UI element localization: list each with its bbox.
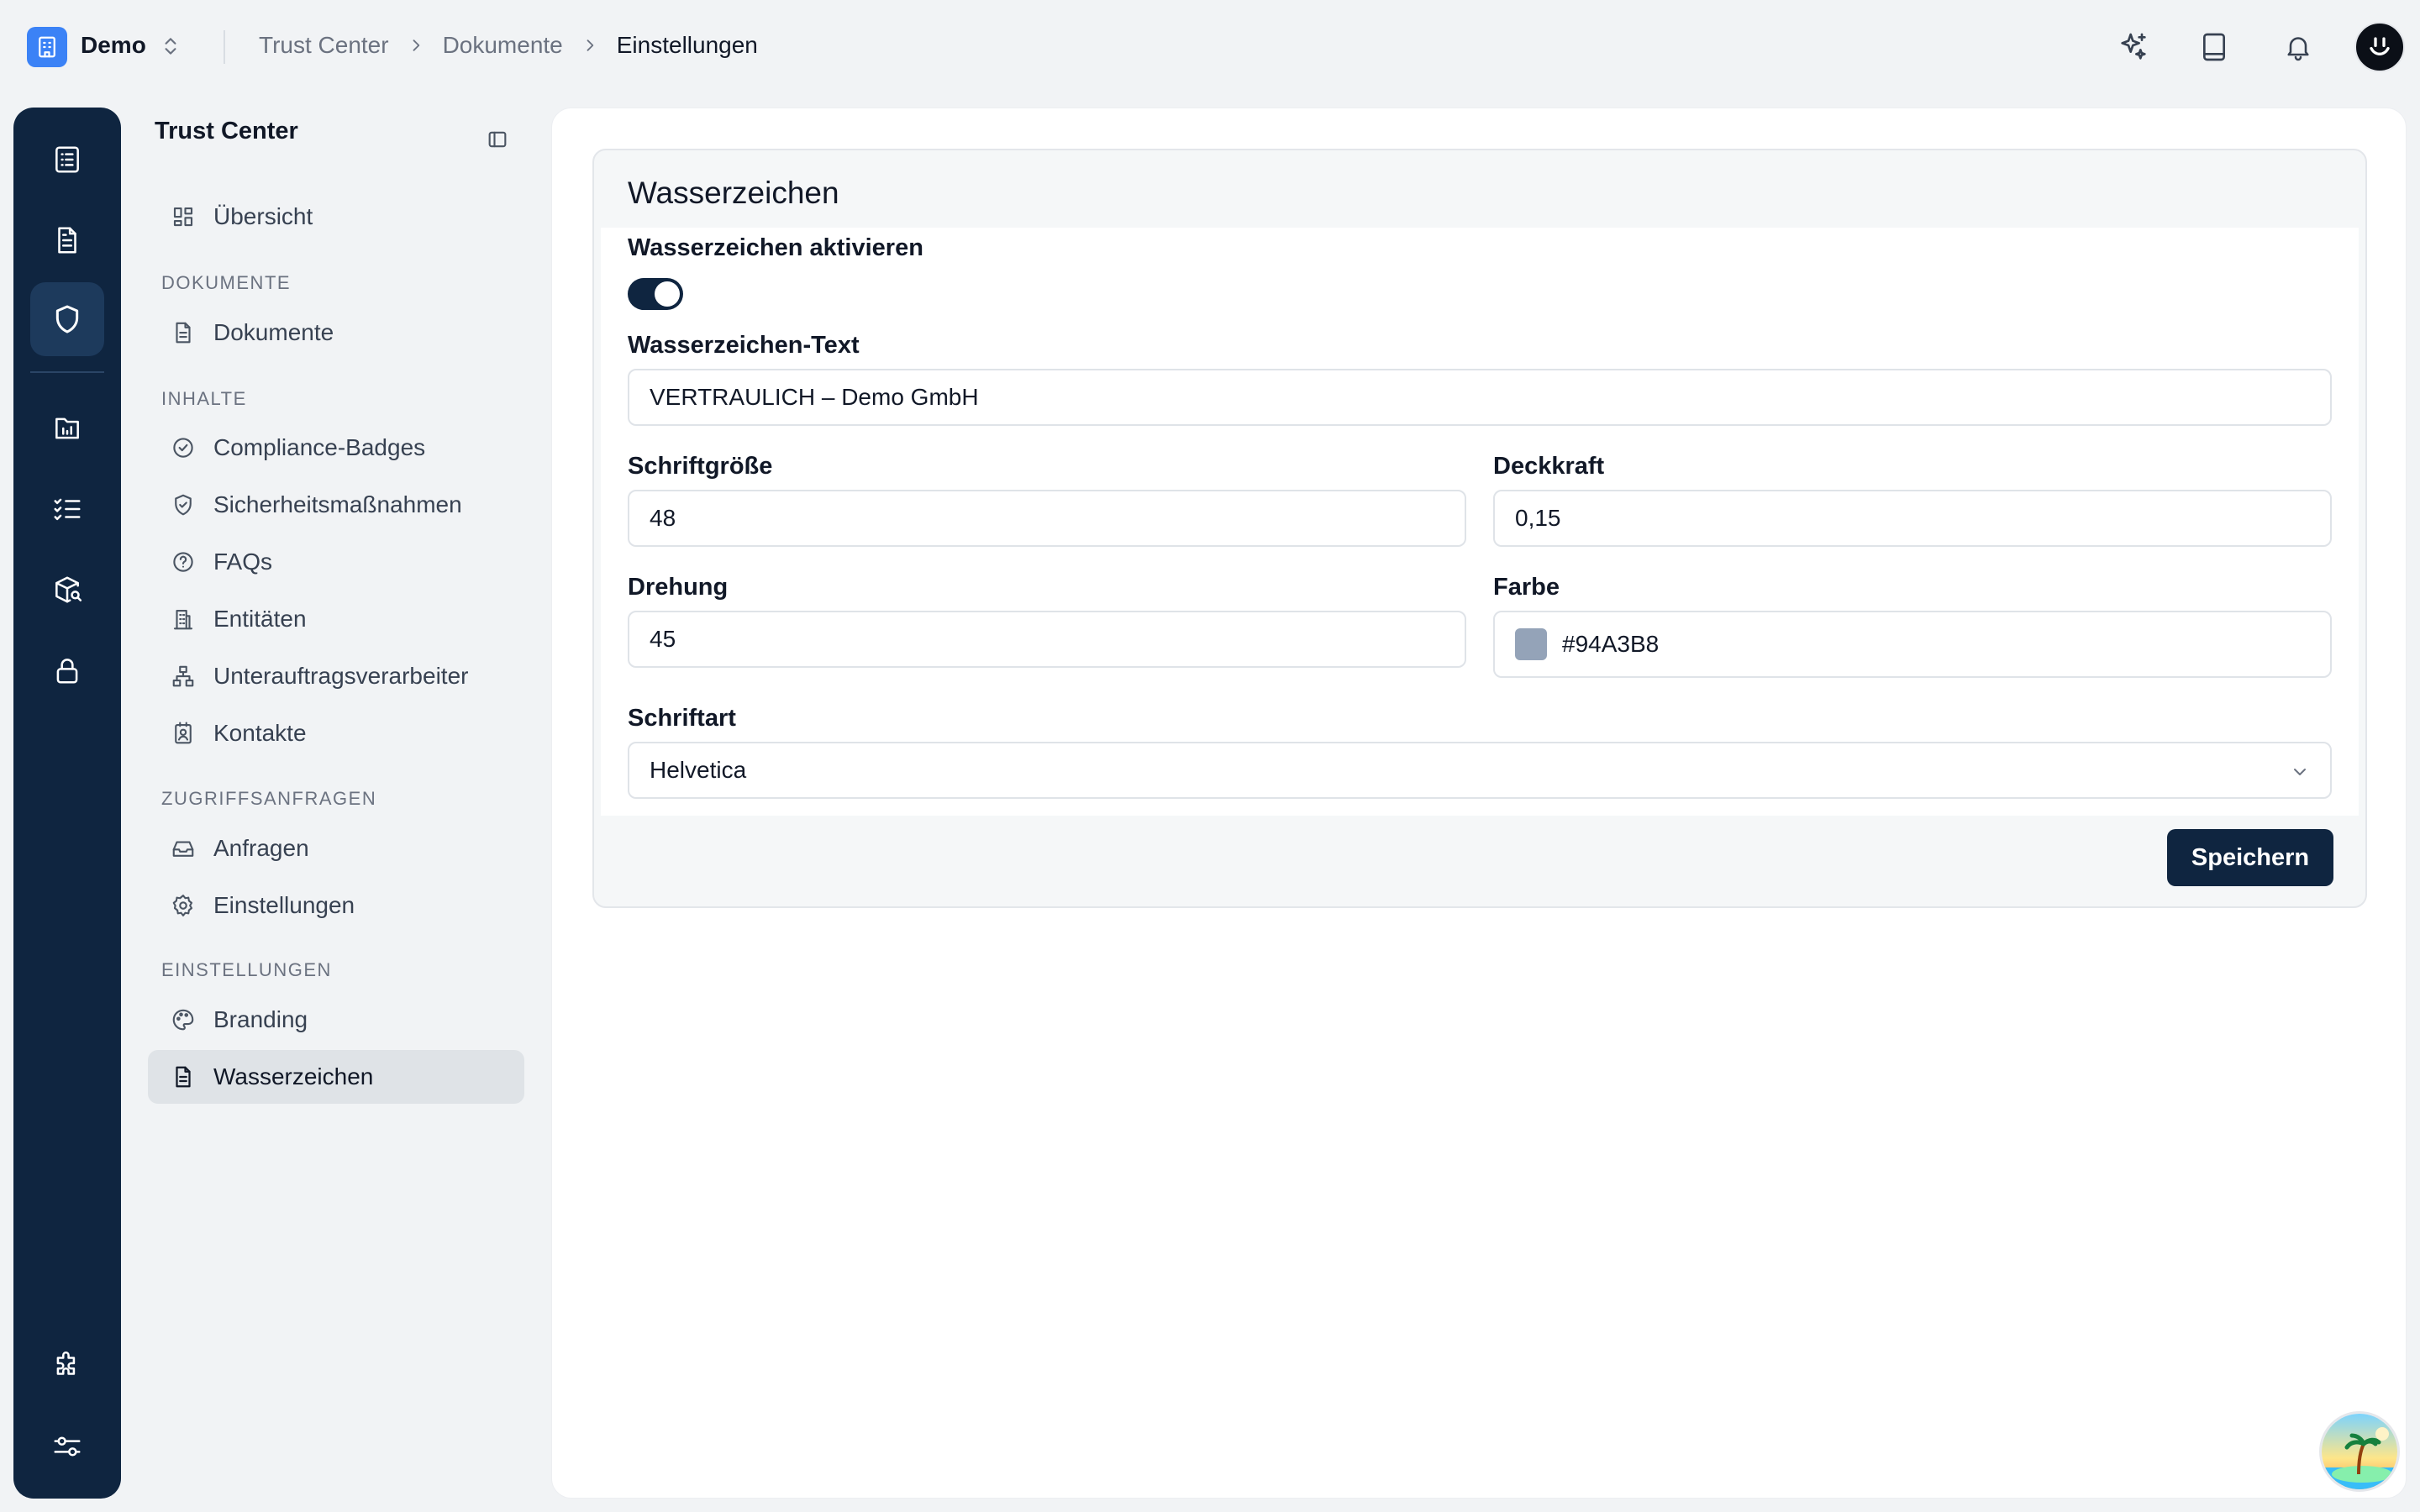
- rail-sliders-icon[interactable]: [30, 1410, 104, 1483]
- shield-check-icon: [170, 491, 197, 518]
- chevron-right-icon: [408, 37, 424, 54]
- sidebar-item-label: Sicherheitsmaßnahmen: [213, 491, 462, 517]
- chevron-up-down-icon[interactable]: [160, 35, 182, 57]
- color-swatch[interactable]: [1515, 628, 1547, 660]
- sidebar-collapse-icon[interactable]: [486, 128, 509, 151]
- top-divider: [224, 30, 225, 64]
- sidebar-group-access-requests: ZUGRIFFSANFRAGEN: [161, 788, 377, 809]
- sidebar-item-label: Kontakte: [213, 720, 307, 746]
- sidebar-item-label: Branding: [213, 1006, 308, 1032]
- sidebar-item-label: Unterauftragsverarbeiter: [213, 663, 469, 689]
- sidebar-item-security-measures[interactable]: Sicherheitsmaßnahmen: [148, 478, 524, 532]
- user-avatar[interactable]: [2354, 22, 2405, 72]
- rotation-label: Drehung: [628, 574, 729, 601]
- sidebar-item-label: Anfragen: [213, 835, 309, 861]
- sidebar-group-documents: DOKUMENTE: [161, 272, 292, 293]
- rail-shield-icon[interactable]: [30, 282, 104, 356]
- workspace-name[interactable]: Demo: [81, 32, 146, 59]
- file-text-icon: [170, 319, 197, 346]
- rail-list-check-icon[interactable]: [30, 472, 104, 546]
- help-circle-icon: [170, 549, 197, 575]
- sidebar-item-label: Wasserzeichen: [213, 1063, 374, 1089]
- breadcrumb: Trust Center Dokumente Einstellungen: [259, 32, 758, 59]
- breadcrumb-trust-center[interactable]: Trust Center: [259, 32, 389, 59]
- rail-document-icon[interactable]: [30, 203, 104, 277]
- assistant-widget-icon[interactable]: [2319, 1411, 2400, 1492]
- book-icon[interactable]: [2195, 28, 2233, 66]
- sidebar-group-settings: EINSTELLUNGEN: [161, 959, 332, 980]
- sidebar-item-entities[interactable]: Entitäten: [148, 592, 524, 646]
- sidebar-title: Trust Center: [155, 118, 298, 144]
- icon-rail: [13, 108, 121, 1499]
- network-icon: [170, 663, 197, 690]
- file-text-icon: [170, 1063, 197, 1090]
- sidebar-item-label: Compliance-Badges: [213, 434, 426, 460]
- main-panel: Wasserzeichen Wasserzeichen aktivieren W…: [551, 108, 2407, 1499]
- sidebar-item-label: FAQs: [213, 549, 273, 575]
- sidebar-item-documents[interactable]: Dokumente: [148, 306, 524, 360]
- font-family-select[interactable]: Helvetica: [628, 742, 2332, 799]
- sidebar-item-subprocessors[interactable]: Unterauftragsverarbeiter: [148, 649, 524, 703]
- top-bar: Demo Trust Center Dokumente Einstellunge…: [0, 0, 2420, 94]
- chevron-right-icon: [581, 37, 598, 54]
- bell-icon[interactable]: [2279, 28, 2317, 66]
- workspace-logo-icon[interactable]: [27, 27, 67, 67]
- sidebar-item-watermark[interactable]: Wasserzeichen: [148, 1050, 524, 1104]
- color-label: Farbe: [1493, 574, 1560, 601]
- watermark-text-input[interactable]: [628, 369, 2332, 426]
- card-body: Wasserzeichen aktivieren Wasserzeichen-T…: [601, 228, 2359, 816]
- sidebar-group-content: INHALTE: [161, 388, 247, 409]
- contact-icon: [170, 720, 197, 747]
- chevron-down-icon: [2290, 762, 2310, 782]
- enable-watermark-toggle[interactable]: [628, 278, 683, 310]
- sidebar-item-label: Dokumente: [213, 319, 334, 345]
- building-icon: [170, 606, 197, 633]
- sidebar-item-contacts[interactable]: Kontakte: [148, 706, 524, 760]
- inbox-icon: [170, 835, 197, 862]
- trust-center-sidebar: Trust Center Übersicht DOKUMENTE Dokumen…: [134, 108, 538, 1499]
- font-family-label: Schriftart: [628, 705, 736, 732]
- rail-chart-icon[interactable]: [30, 391, 104, 465]
- watermark-settings-card: Wasserzeichen Wasserzeichen aktivieren W…: [592, 149, 2367, 908]
- rail-puzzle-icon[interactable]: [30, 1329, 104, 1403]
- breadcrumb-dokumente[interactable]: Dokumente: [443, 32, 563, 59]
- sidebar-item-requests[interactable]: Anfragen: [148, 822, 524, 875]
- sidebar-item-label: Entitäten: [213, 606, 307, 632]
- save-button[interactable]: Speichern: [2167, 829, 2333, 886]
- opacity-label: Deckkraft: [1493, 453, 1605, 480]
- sidebar-item-label: Übersicht: [213, 203, 313, 229]
- badge-check-icon: [170, 434, 197, 461]
- sidebar-item-access-settings[interactable]: Einstellungen: [148, 879, 524, 932]
- sparkles-icon[interactable]: [2114, 28, 2153, 66]
- rail-checklist-icon[interactable]: [30, 123, 104, 197]
- rail-lock-icon[interactable]: [30, 633, 104, 707]
- opacity-input[interactable]: [1493, 490, 2332, 547]
- palette-icon: [170, 1006, 197, 1033]
- enable-watermark-label: Wasserzeichen aktivieren: [628, 234, 923, 261]
- sidebar-item-label: Einstellungen: [213, 892, 355, 918]
- sidebar-item-compliance-badges[interactable]: Compliance-Badges: [148, 421, 524, 475]
- font-size-label: Schriftgröße: [628, 453, 773, 480]
- rotation-input[interactable]: [628, 611, 1466, 668]
- font-family-value: Helvetica: [650, 757, 747, 783]
- sidebar-item-branding[interactable]: Branding: [148, 993, 524, 1047]
- breadcrumb-einstellungen: Einstellungen: [616, 32, 758, 58]
- rail-divider: [30, 371, 104, 373]
- card-title: Wasserzeichen: [628, 176, 839, 210]
- rail-package-search-icon[interactable]: [30, 553, 104, 627]
- color-value: #94A3B8: [1562, 631, 1660, 657]
- color-input[interactable]: #94A3B8: [1493, 611, 2332, 678]
- dashboard-icon: [170, 203, 197, 230]
- font-size-input[interactable]: [628, 490, 1466, 547]
- gear-icon: [170, 892, 197, 919]
- sidebar-item-overview[interactable]: Übersicht: [148, 190, 524, 244]
- watermark-text-label: Wasserzeichen-Text: [628, 332, 860, 359]
- sidebar-item-faqs[interactable]: FAQs: [148, 535, 524, 589]
